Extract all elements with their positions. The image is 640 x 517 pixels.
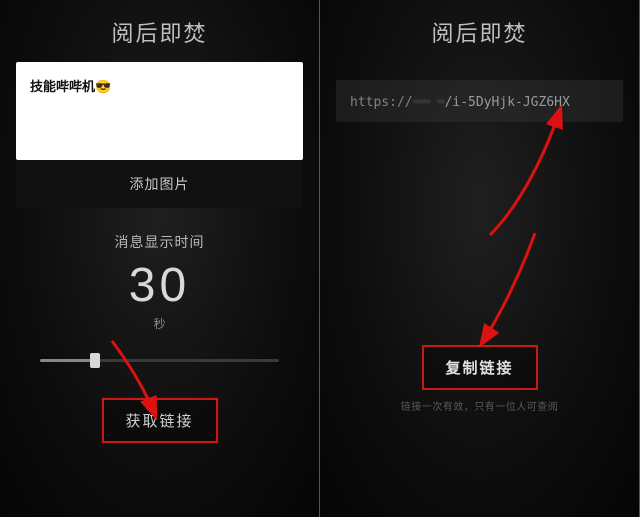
url-tail: /i-5DyHjk-JGZ6HX (445, 95, 570, 110)
page-title-right: 阅后即焚 (320, 0, 639, 62)
add-image-button[interactable]: 添加图片 (16, 160, 303, 208)
panel-compose: 阅后即焚 技能哔哔机😎 添加图片 消息显示时间 30 秒 获取链接 (0, 0, 320, 517)
timer-section: 消息显示时间 30 秒 (0, 232, 319, 332)
timer-label: 消息显示时间 (0, 232, 319, 252)
url-prefix: https:// (350, 95, 413, 110)
annotation-arrow-down (460, 225, 560, 355)
get-link-label: 获取链接 (125, 413, 193, 430)
slider-track (40, 359, 279, 362)
message-input[interactable]: 技能哔哔机😎 (16, 62, 303, 160)
timer-slider[interactable] (40, 350, 279, 370)
add-image-label: 添加图片 (130, 176, 190, 192)
copy-link-button[interactable]: 复制链接 (422, 345, 538, 390)
url-obscured: ꞏꞏꞏꞏꞏ ꞏꞏ (413, 95, 445, 110)
get-link-button[interactable]: 获取链接 (102, 398, 218, 443)
panel-result: 阅后即焚 https://ꞏꞏꞏꞏꞏ ꞏꞏ/i-5DyHjk-JGZ6HX 复制… (320, 0, 640, 517)
copy-link-label: 复制链接 (445, 360, 513, 377)
footnote-text: 链接一次有效，只有一位人可查阅 (320, 398, 639, 413)
timer-unit: 秒 (0, 315, 319, 332)
page-title-left: 阅后即焚 (0, 0, 319, 62)
message-text: 技能哔哔机😎 (30, 79, 111, 94)
timer-value: 30 (0, 258, 319, 313)
generated-url[interactable]: https://ꞏꞏꞏꞏꞏ ꞏꞏ/i-5DyHjk-JGZ6HX (336, 80, 623, 122)
slider-thumb[interactable] (90, 353, 100, 368)
